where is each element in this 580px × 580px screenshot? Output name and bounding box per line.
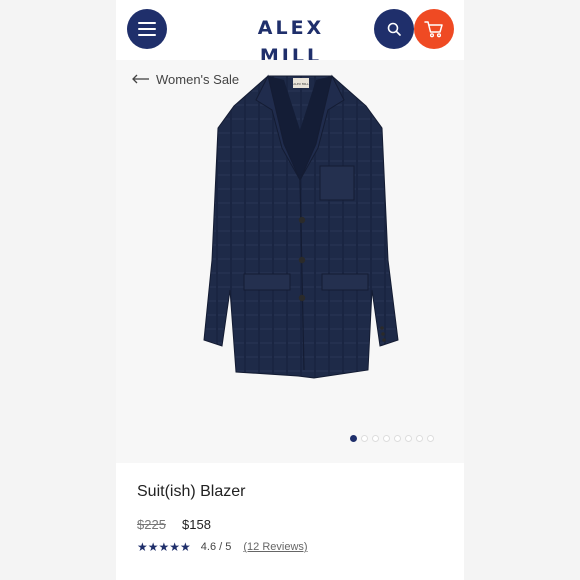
svg-text:ALEX MILL: ALEX MILL (293, 82, 309, 86)
rating-row: ★★★★★ 4.6 / 5 (12 Reviews) (137, 540, 308, 554)
gallery-dot[interactable] (416, 435, 423, 442)
background-right (464, 0, 580, 580)
cart-icon (424, 21, 443, 38)
original-price: $225 (137, 517, 166, 532)
blazer-product-image: ALEX MILL (203, 74, 399, 379)
product-gallery[interactable]: Women's Sale ALEX MILL (116, 60, 464, 463)
site-header: ALEX MILL (116, 0, 464, 67)
gallery-dot[interactable] (350, 435, 357, 442)
gallery-dot[interactable] (372, 435, 379, 442)
star-rating-icon: ★★★★★ (137, 540, 191, 554)
gallery-dot[interactable] (383, 435, 390, 442)
gallery-dot[interactable] (361, 435, 368, 442)
background-left (0, 0, 116, 580)
cart-button[interactable] (414, 9, 454, 49)
gallery-dot[interactable] (394, 435, 401, 442)
reviews-link[interactable]: (12 Reviews) (243, 541, 307, 553)
brand-logo[interactable]: ALEX MILL (226, 14, 356, 67)
hamburger-icon (138, 22, 156, 36)
menu-button[interactable] (127, 9, 167, 49)
search-icon (387, 22, 401, 36)
rating-value: 4.6 / 5 (200, 541, 232, 553)
sale-price: $158 (182, 517, 211, 532)
search-button[interactable] (374, 9, 414, 49)
mobile-screen: ALEX MILL Women's Sale ALEX MILL Suit(is… (116, 0, 464, 580)
product-title: Suit(ish) Blazer (137, 483, 246, 500)
gallery-dot[interactable] (405, 435, 412, 442)
arrow-left-icon (132, 74, 149, 84)
gallery-dot[interactable] (427, 435, 434, 442)
gallery-pagination[interactable] (350, 435, 434, 442)
product-info: Suit(ish) Blazer $225 $158 ★★★★★ 4.6 / 5… (116, 463, 464, 580)
